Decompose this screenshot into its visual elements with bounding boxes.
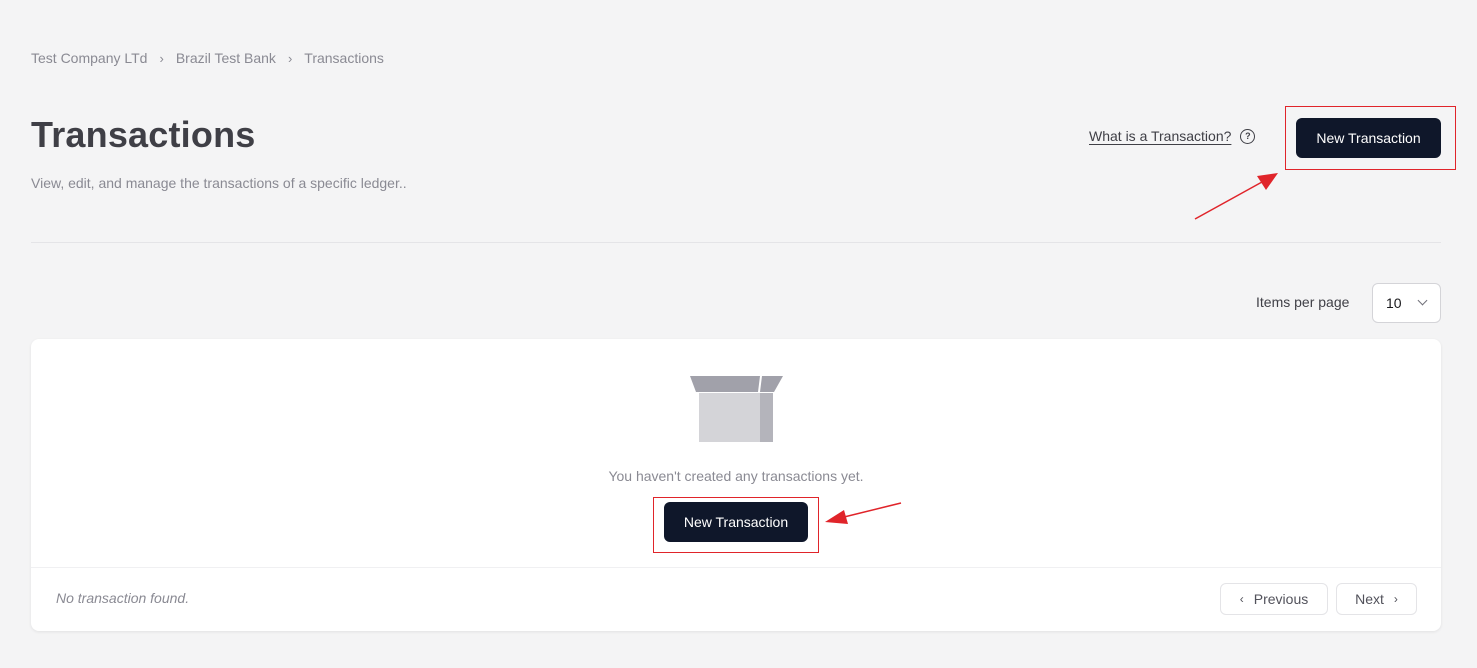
empty-state-message: You haven't created any transactions yet… bbox=[608, 468, 864, 484]
next-label: Next bbox=[1355, 591, 1384, 607]
page-title: Transactions bbox=[31, 114, 256, 155]
previous-page-button[interactable]: ‹ Previous bbox=[1220, 583, 1328, 615]
items-per-page-value: 10 bbox=[1386, 295, 1402, 311]
header-divider bbox=[31, 242, 1441, 243]
breadcrumb-item-bank[interactable]: Brazil Test Bank bbox=[176, 50, 276, 66]
chevron-down-icon bbox=[1417, 295, 1428, 306]
question-circle-icon[interactable]: ? bbox=[1240, 128, 1256, 144]
chevron-right-icon: › bbox=[1393, 592, 1398, 606]
chevron-left-icon: ‹ bbox=[1239, 592, 1244, 606]
what-is-transaction-link[interactable]: What is a Transaction? ? bbox=[1089, 128, 1256, 144]
items-per-page-label: Items per page bbox=[1256, 294, 1350, 310]
page-subtitle: View, edit, and manage the transactions … bbox=[31, 175, 407, 191]
empty-box-icon bbox=[690, 376, 783, 442]
help-link-text[interactable]: What is a Transaction? bbox=[1089, 128, 1231, 144]
transactions-card: You haven't created any transactions yet… bbox=[31, 339, 1441, 631]
new-transaction-button-empty[interactable]: New Transaction bbox=[664, 502, 808, 542]
next-page-button[interactable]: Next › bbox=[1336, 583, 1417, 615]
breadcrumb-separator: › bbox=[287, 50, 293, 66]
breadcrumb: Test Company LTd › Brazil Test Bank › Tr… bbox=[31, 50, 384, 66]
breadcrumb-item-transactions[interactable]: Transactions bbox=[304, 50, 384, 66]
annotation-arrow-top bbox=[1194, 173, 1278, 220]
breadcrumb-item-company[interactable]: Test Company LTd bbox=[31, 50, 147, 66]
items-per-page-select[interactable]: 10 bbox=[1372, 283, 1441, 323]
card-footer-divider bbox=[31, 567, 1441, 568]
no-results-note: No transaction found. bbox=[56, 590, 190, 606]
breadcrumb-separator: › bbox=[159, 50, 164, 66]
new-transaction-button-header[interactable]: New Transaction bbox=[1296, 118, 1441, 158]
previous-label: Previous bbox=[1253, 591, 1309, 607]
